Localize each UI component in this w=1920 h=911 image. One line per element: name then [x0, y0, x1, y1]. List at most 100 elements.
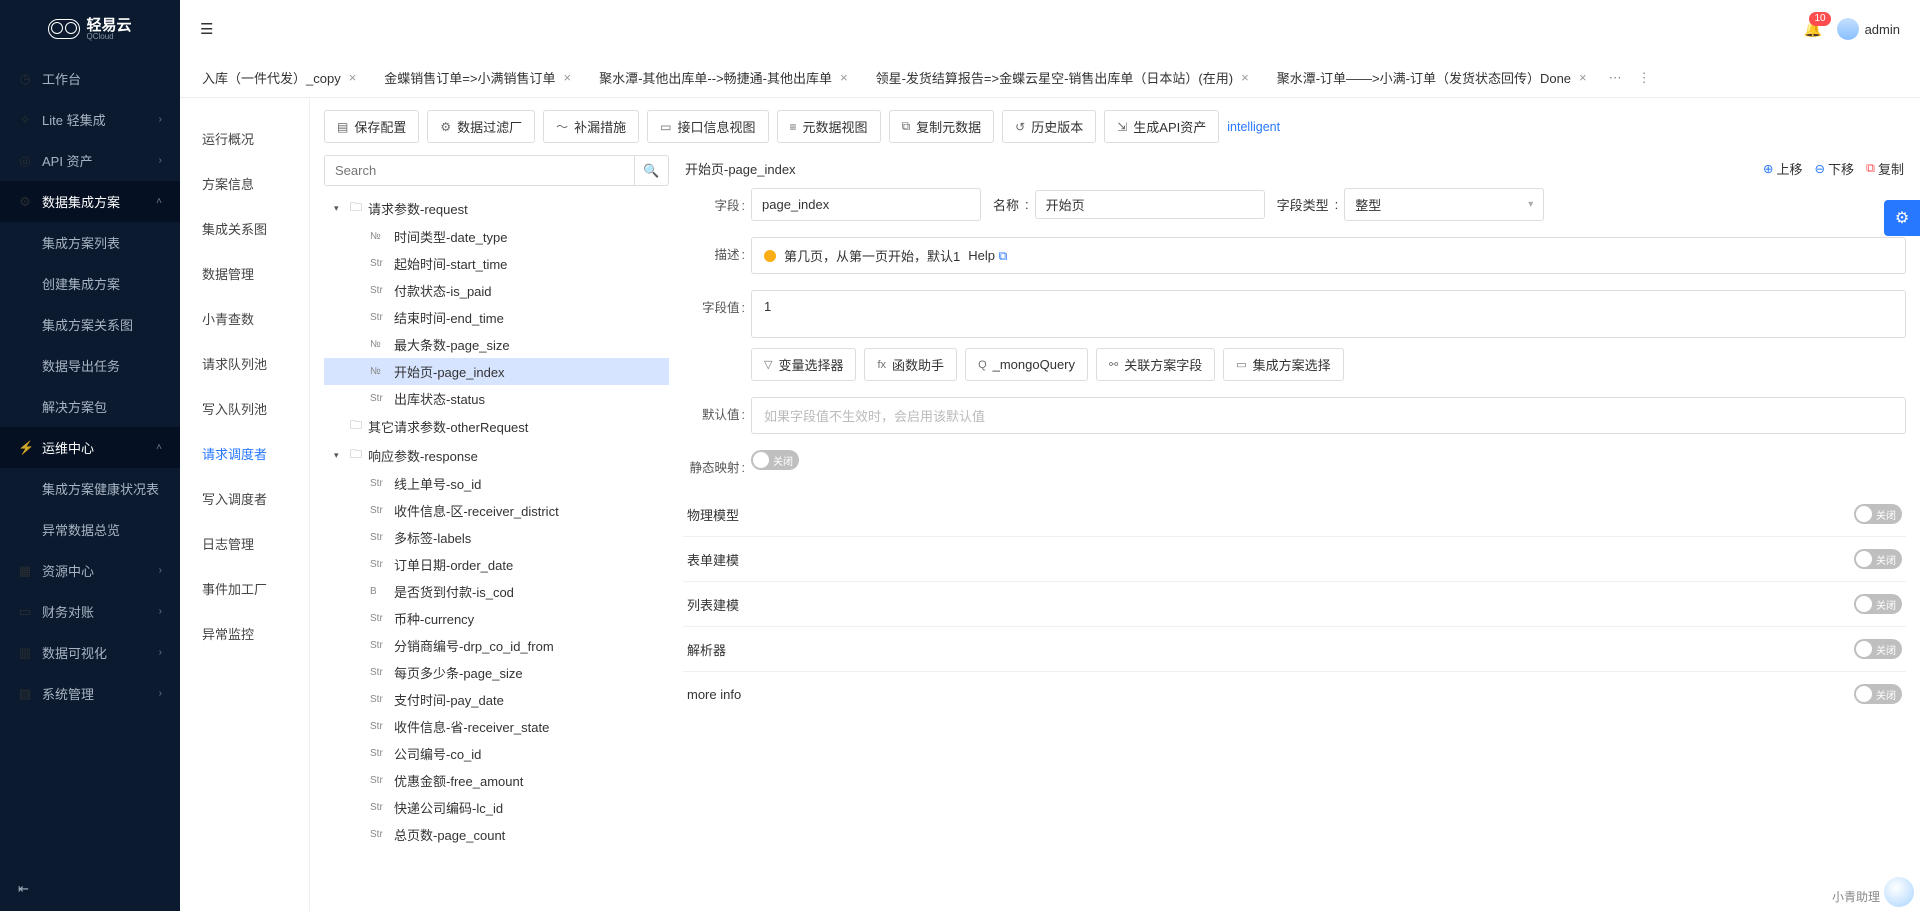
tree-node[interactable]: Str支付时间-pay_date: [324, 686, 669, 713]
close-icon[interactable]: ×: [1579, 70, 1587, 85]
tree-node[interactable]: Str快递公司编码-lc_id: [324, 794, 669, 821]
toolbar-button[interactable]: ≡元数据视图: [777, 110, 881, 143]
nav-sub-item[interactable]: 集成方案关系图: [0, 304, 180, 345]
tree-node[interactable]: Str分销商编号-drp_co_id_from: [324, 632, 669, 659]
nav-item[interactable]: ◎API 资产›: [0, 140, 180, 181]
move-up-button[interactable]: ⊕ 上移: [1763, 159, 1803, 178]
collapsible-section[interactable]: 表单建模关闭: [683, 536, 1906, 581]
tabs-overflow[interactable]: ⋯: [1601, 60, 1630, 96]
fieldvalue-input[interactable]: 1: [751, 290, 1906, 338]
section-toggle[interactable]: 关闭: [1854, 549, 1902, 569]
nav-sub-item[interactable]: 创建集成方案: [0, 263, 180, 304]
section-toggle[interactable]: 关闭: [1854, 504, 1902, 524]
staticmap-toggle[interactable]: 关闭: [751, 450, 799, 470]
default-input[interactable]: 如果字段值不生效时，会启用该默认值: [751, 397, 1906, 434]
help-link[interactable]: Help ⧉: [968, 248, 1007, 264]
collapsible-section[interactable]: 解析器关闭: [683, 626, 1906, 671]
section-toggle[interactable]: 关闭: [1854, 594, 1902, 614]
tree-node[interactable]: №最大条数-page_size: [324, 331, 669, 358]
section-nav-item[interactable]: 请求调度者: [180, 431, 309, 476]
section-nav-item[interactable]: 写入调度者: [180, 476, 309, 521]
collapsible-section[interactable]: 列表建模关闭: [683, 581, 1906, 626]
toolbar-button[interactable]: 〜补漏措施: [543, 110, 639, 143]
section-nav-item[interactable]: 请求队列池: [180, 341, 309, 386]
toolbar-button[interactable]: ⚙数据过滤厂: [427, 110, 535, 143]
nav-item[interactable]: ▥数据可视化›: [0, 632, 180, 673]
workspace-tab[interactable]: 领星-发货结算报告=>金蝶云星空-销售出库单（日本站）(在用)×: [862, 58, 1263, 97]
nav-item[interactable]: ▭财务对账›: [0, 591, 180, 632]
section-nav-item[interactable]: 数据管理: [180, 251, 309, 296]
tree-node[interactable]: №开始页-page_index: [324, 358, 669, 385]
toolbar-button[interactable]: ⇲生成API资产: [1104, 110, 1219, 143]
settings-float-button[interactable]: ⚙: [1884, 200, 1920, 236]
user-menu[interactable]: admin: [1837, 18, 1900, 40]
copy-button[interactable]: ⧉ 复制: [1866, 159, 1904, 178]
assistant-button[interactable]: [1884, 877, 1914, 907]
close-icon[interactable]: ×: [563, 70, 571, 85]
section-nav-item[interactable]: 方案信息: [180, 161, 309, 206]
tree-node[interactable]: Str总页数-page_count: [324, 821, 669, 848]
helper-chip[interactable]: ▽变量选择器: [751, 348, 856, 381]
tree-node[interactable]: Str订单日期-order_date: [324, 551, 669, 578]
nav-item[interactable]: ✧Lite 轻集成›: [0, 99, 180, 140]
close-icon[interactable]: ×: [840, 70, 848, 85]
close-icon[interactable]: ×: [349, 70, 357, 85]
toolbar-button[interactable]: ▭接口信息视图: [647, 110, 768, 143]
section-toggle[interactable]: 关闭: [1854, 684, 1902, 704]
section-nav-item[interactable]: 日志管理: [180, 521, 309, 566]
helper-chip[interactable]: Q_mongoQuery: [965, 348, 1088, 381]
toolbar-button[interactable]: ⧉复制元数据: [889, 110, 995, 143]
brand-logo[interactable]: 轻易云 QCloud: [0, 0, 180, 58]
search-input[interactable]: [325, 156, 634, 185]
nav-item[interactable]: ◷工作台: [0, 58, 180, 99]
tree-node[interactable]: ▾🗀请求参数-request: [324, 194, 669, 223]
tree-node[interactable]: Str收件信息-区-receiver_district: [324, 497, 669, 524]
nav-item[interactable]: ▦资源中心›: [0, 550, 180, 591]
nav-sub-item[interactable]: 解决方案包: [0, 386, 180, 427]
collapsible-section[interactable]: more info关闭: [683, 671, 1906, 716]
tree-node[interactable]: Str出库状态-status: [324, 385, 669, 412]
workspace-tab[interactable]: 入库（一件代发）_copy×: [188, 58, 370, 97]
collapsible-section[interactable]: 物理模型关闭: [683, 492, 1906, 536]
helper-chip[interactable]: fx函数助手: [864, 348, 957, 381]
workspace-tab[interactable]: 金蝶销售订单=>小满销售订单×: [370, 58, 585, 97]
tree-node[interactable]: Str收件信息-省-receiver_state: [324, 713, 669, 740]
fieldtype-select[interactable]: 整型▾: [1344, 188, 1544, 221]
helper-chip[interactable]: ⚯关联方案字段: [1096, 348, 1215, 381]
section-nav-item[interactable]: 集成关系图: [180, 206, 309, 251]
notifications-button[interactable]: 🔔10: [1804, 20, 1823, 38]
tree-node[interactable]: B是否货到付款-is_cod: [324, 578, 669, 605]
workspace-tab[interactable]: 聚水潭-其他出库单-->畅捷通-其他出库单×: [585, 58, 862, 97]
collapse-sidebar-button[interactable]: ☰: [200, 20, 213, 38]
toolbar-button[interactable]: ▤保存配置: [324, 110, 419, 143]
tree-node[interactable]: Str公司编号-co_id: [324, 740, 669, 767]
nav-sub-item[interactable]: 数据导出任务: [0, 345, 180, 386]
tabs-menu[interactable]: ⋮: [1630, 60, 1659, 96]
tree-node[interactable]: Str多标签-labels: [324, 524, 669, 551]
nav-item[interactable]: ⚡运维中心˄: [0, 427, 180, 468]
tree-node[interactable]: №时间类型-date_type: [324, 223, 669, 250]
section-nav-item[interactable]: 写入队列池: [180, 386, 309, 431]
intelligent-link[interactable]: intelligent: [1227, 120, 1280, 134]
nav-sub-item[interactable]: 集成方案列表: [0, 222, 180, 263]
tree-node[interactable]: ▾🗀响应参数-response: [324, 441, 669, 470]
nav-sub-item[interactable]: 异常数据总览: [0, 509, 180, 550]
nav-sub-item[interactable]: 集成方案健康状况表: [0, 468, 180, 509]
section-nav-item[interactable]: 异常监控: [180, 611, 309, 656]
section-nav-item[interactable]: 小青查数: [180, 296, 309, 341]
tree-node[interactable]: 🗀其它请求参数-otherRequest: [324, 412, 669, 441]
collapse-sidebar-bottom[interactable]: ⇤: [0, 867, 180, 911]
tree-node[interactable]: Str起始时间-start_time: [324, 250, 669, 277]
section-nav-item[interactable]: 事件加工厂: [180, 566, 309, 611]
workspace-tab[interactable]: 聚水潭-订单——>小满-订单（发货状态回传）Done×: [1263, 58, 1601, 97]
section-nav-item[interactable]: 运行概况: [180, 116, 309, 161]
tree-node[interactable]: Str付款状态-is_paid: [324, 277, 669, 304]
tree-node[interactable]: Str结束时间-end_time: [324, 304, 669, 331]
search-button[interactable]: 🔍: [634, 156, 668, 185]
tree-node[interactable]: Str线上单号-so_id: [324, 470, 669, 497]
section-toggle[interactable]: 关闭: [1854, 639, 1902, 659]
tree-node[interactable]: Str币种-currency: [324, 605, 669, 632]
toolbar-button[interactable]: ↺历史版本: [1002, 110, 1096, 143]
nav-item[interactable]: ▨系统管理›: [0, 673, 180, 714]
move-down-button[interactable]: ⊖ 下移: [1815, 159, 1855, 178]
